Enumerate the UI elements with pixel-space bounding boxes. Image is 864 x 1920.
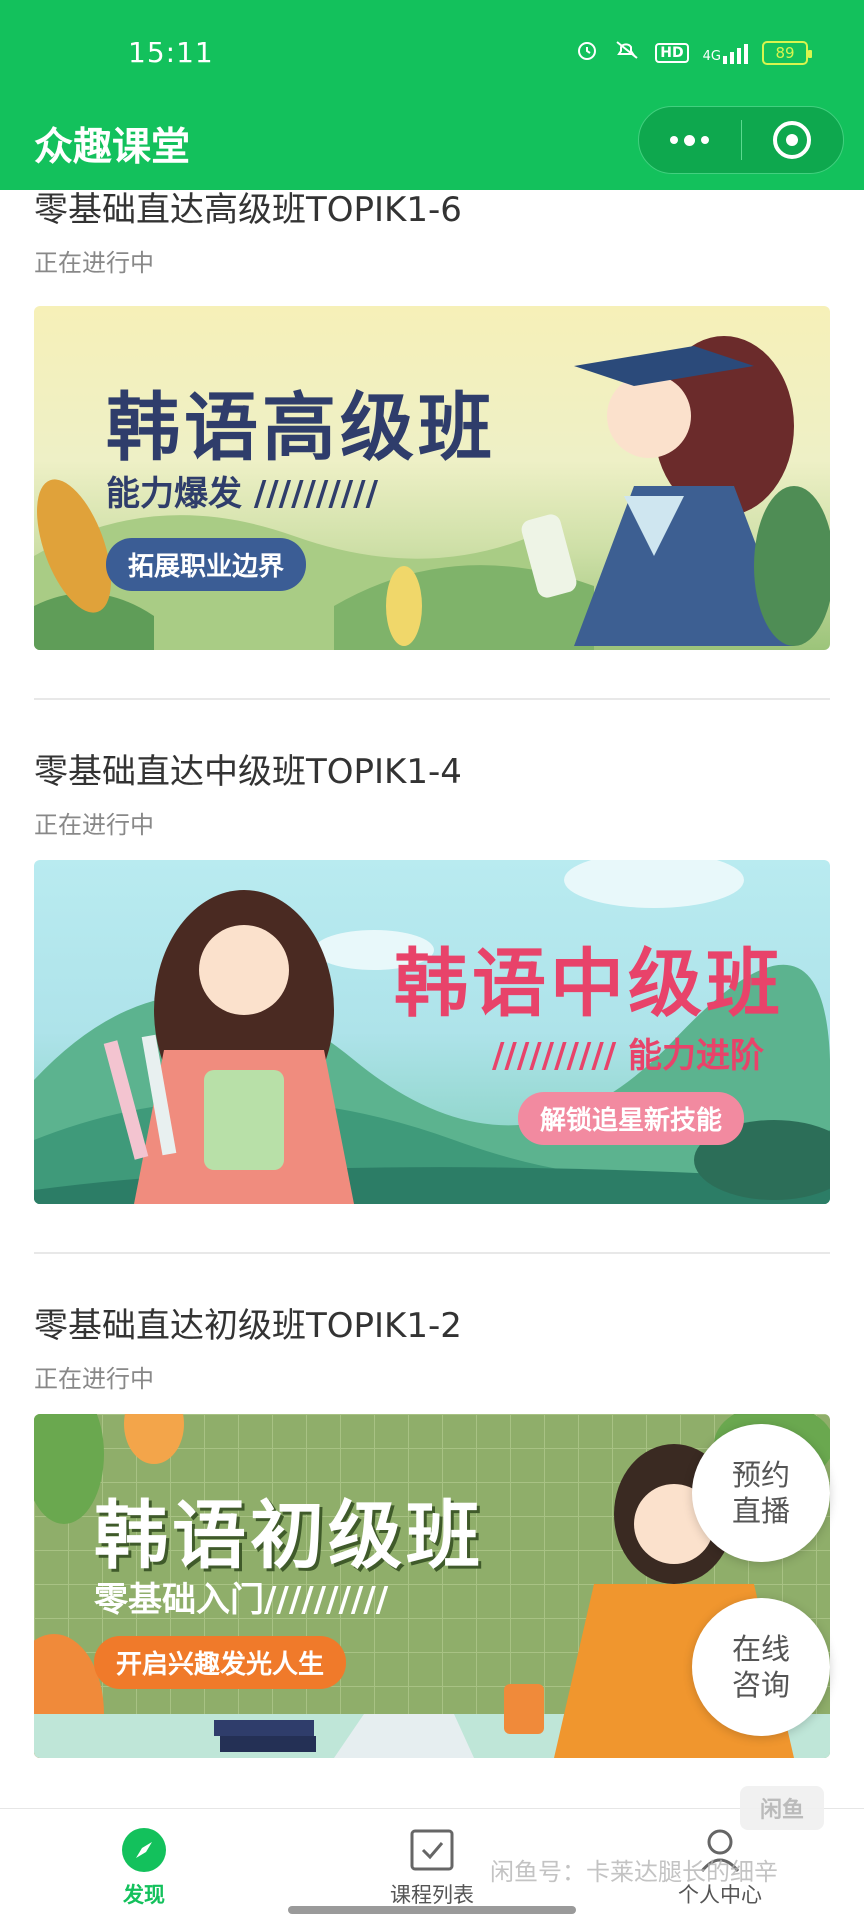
- checklist-icon: [410, 1829, 454, 1871]
- course-title: 零基础直达中级班TOPIK1-4: [34, 752, 462, 792]
- status-time: 15:11: [128, 36, 214, 69]
- banner-tag: 解锁追星新技能: [518, 1092, 745, 1145]
- miniprogram-capsule: [638, 106, 844, 174]
- hd-label: HD: [655, 43, 689, 63]
- compass-icon: [122, 1828, 166, 1872]
- more-button[interactable]: [639, 107, 741, 173]
- banner-subtitle: 零基础入门//////////: [94, 1580, 389, 1620]
- mute-icon: [613, 38, 641, 68]
- watermark-logo: 闲鱼: [740, 1786, 824, 1830]
- course-item[interactable]: 零基础直达高级班TOPIK1-6 正在进行中: [34, 190, 830, 278]
- banner-subtitle: ////////// 能力进阶: [492, 1036, 765, 1076]
- course-item[interactable]: 零基础直达初级班TOPIK1-2 正在进行中: [34, 1298, 830, 1394]
- course-title: 零基础直达初级班TOPIK1-2: [34, 1306, 462, 1346]
- status-icons: HD 4G 89: [575, 38, 812, 68]
- banner-headline: 韩语初级班: [94, 1493, 484, 1579]
- alarm-icon: [575, 38, 599, 68]
- app-header: 15:11 HD 4G 89 众趣课堂: [0, 0, 864, 190]
- more-icon: [670, 134, 710, 146]
- course-banner-intermediate[interactable]: 韩语中级班 ////////// 能力进阶 解锁追星新技能: [34, 860, 830, 1204]
- course-banner-advanced[interactable]: 韩语高级班 能力爆发 ////////// 拓展职业边界: [34, 306, 830, 650]
- battery-indicator: 89: [762, 41, 812, 65]
- tab-discover-label: 发现: [123, 1883, 165, 1907]
- banner-headline: 韩语中级班: [394, 941, 784, 1027]
- book-live-label-line1: 预约: [731, 1458, 790, 1492]
- target-icon: [773, 121, 812, 159]
- consult-label-line2: 咨询: [731, 1668, 790, 1702]
- banner-headline: 韩语高级班: [106, 385, 496, 471]
- banner-tag: 拓展职业边界: [106, 538, 307, 591]
- course-status: 正在进行中: [34, 249, 154, 277]
- consult-label-line1: 在线: [731, 1632, 790, 1666]
- divider: [34, 698, 830, 700]
- app-title: 众趣课堂: [34, 125, 191, 170]
- tab-course-list-label: 课程列表: [390, 1883, 474, 1907]
- divider: [34, 1252, 830, 1254]
- book-live-button[interactable]: 预约 直播: [692, 1424, 830, 1562]
- close-miniprogram-button[interactable]: [742, 107, 844, 173]
- banner-subtitle: 能力爆发 //////////: [106, 474, 379, 514]
- course-list: 零基础直达高级班TOPIK1-6 正在进行中 韩语高级班 能力爆发 //////…: [0, 190, 864, 1810]
- book-live-label-line2: 直播: [731, 1494, 790, 1528]
- tab-discover[interactable]: 发现: [0, 1809, 288, 1920]
- course-item[interactable]: 零基础直达中级班TOPIK1-4 正在进行中: [34, 744, 830, 840]
- home-indicator[interactable]: [288, 1906, 576, 1914]
- watermark-text: 闲鱼号：卡莱达腿长的细辛: [490, 1858, 778, 1886]
- online-consult-button[interactable]: 在线 咨询: [692, 1598, 830, 1736]
- course-title: 零基础直达高级班TOPIK1-6: [34, 190, 462, 230]
- course-status: 正在进行中: [34, 1365, 154, 1393]
- course-status: 正在进行中: [34, 811, 154, 839]
- banner-tag: 开启兴趣发光人生: [94, 1636, 347, 1689]
- signal-icon: 4G: [703, 42, 748, 64]
